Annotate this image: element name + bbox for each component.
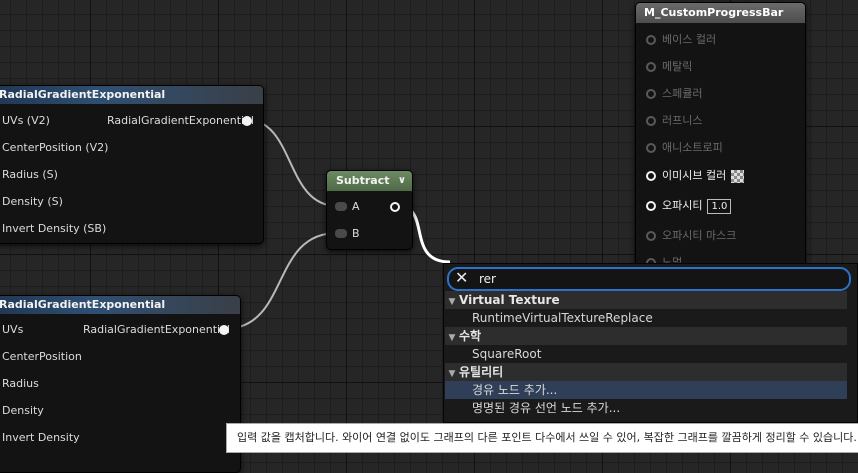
category-label: 유틸리티 — [459, 365, 504, 379]
opacity-value-field[interactable]: 1.0 — [707, 198, 732, 214]
pin-label: 이미시브 컬러 — [662, 169, 727, 182]
pin-label: CenterPosition (V2) — [2, 141, 109, 154]
pin-label: RadialGradientExponential — [83, 323, 230, 336]
result-pin-specular[interactable]: 스페큘러 — [646, 85, 702, 101]
pin-label: Density (S) — [2, 195, 63, 208]
input-radius[interactable]: Radius (S) — [2, 168, 58, 181]
category-virtual-texture[interactable]: ▼ Virtual Texture — [445, 291, 847, 309]
input-center-position[interactable]: CenterPosition — [2, 350, 82, 363]
pin-label: UVs — [2, 323, 24, 336]
chevron-down-icon[interactable]: ∨ — [398, 171, 406, 191]
pin-label: Invert Density (SB) — [2, 222, 107, 235]
radial-gradient-node-2[interactable]: RadialGradientExponential UVs CenterPosi… — [0, 295, 241, 473]
pin-label: RadialGradientExponential — [107, 114, 254, 127]
pin-label: Radius — [2, 377, 39, 390]
input-center-position[interactable]: CenterPosition (V2) — [2, 141, 108, 154]
item-label: RuntimeVirtualTextureReplace — [472, 311, 653, 325]
list-item[interactable]: RuntimeVirtualTextureReplace — [445, 309, 847, 327]
pin-label: CenterPosition — [2, 350, 82, 363]
input-radius[interactable]: Radius — [2, 377, 39, 390]
input-invert-density[interactable]: Invert Density — [2, 431, 80, 444]
item-label: 경유 노드 추가... — [472, 383, 558, 397]
result-pin-roughness[interactable]: 러프니스 — [646, 112, 702, 128]
output-pin[interactable] — [219, 325, 229, 335]
node-title: RadialGradientExponential — [0, 296, 240, 314]
output-label: RadialGradientExponential — [107, 114, 254, 127]
input-b: B — [352, 227, 360, 240]
list-item[interactable]: SquareRoot — [445, 345, 847, 363]
pin-label: 러프니스 — [662, 114, 703, 127]
radial-gradient-node-1[interactable]: RadialGradientExponential UVs (V2) Cente… — [0, 85, 264, 244]
item-label: SquareRoot — [472, 347, 542, 361]
node-title: Subtract — [336, 174, 390, 187]
pin-label: 오파시티 마스크 — [662, 229, 737, 242]
search-box[interactable]: ✕ — [447, 267, 851, 291]
result-pin-opacity[interactable]: 오파시티 1.0 — [646, 197, 732, 214]
input-pin-a[interactable] — [335, 202, 347, 211]
pin-label: Invert Density — [2, 431, 80, 444]
pin-label: Density — [2, 404, 44, 417]
search-input[interactable] — [479, 270, 839, 288]
tooltip: 입력 값을 캡처합니다. 와이어 연결 없이도 그래프의 다른 포인트 다수에서… — [226, 423, 858, 453]
category-label: 수학 — [459, 329, 482, 343]
result-pin-base-color[interactable]: 베이스 컬러 — [646, 31, 716, 47]
category-math[interactable]: ▼ 수학 — [445, 327, 847, 345]
node-header: Subtract ∨ — [327, 171, 412, 191]
result-pin-metallic[interactable]: 메탈릭 — [646, 58, 692, 74]
output-label: RadialGradientExponential — [83, 323, 230, 336]
pin-label: 스페큘러 — [662, 87, 703, 100]
input-invert-density[interactable]: Invert Density (SB) — [2, 222, 106, 235]
result-pin-emissive-color[interactable]: 이미시브 컬러 — [646, 167, 745, 183]
item-label: 명명된 경유 선언 노드 추가... — [472, 401, 621, 415]
subtract-node[interactable]: Subtract ∨ A B — [326, 170, 413, 250]
list-item[interactable]: 명명된 경유 선언 노드 추가... — [445, 399, 847, 417]
node-title: RadialGradientExponential — [0, 86, 263, 104]
pin-label: B — [352, 227, 360, 240]
category-label: Virtual Texture — [459, 293, 560, 307]
category-utility[interactable]: ▼ 유틸리티 — [445, 363, 847, 381]
node-title: M_CustomProgressBar — [636, 3, 805, 23]
pin-label: 오파시티 — [662, 199, 703, 212]
input-density[interactable]: Density — [2, 404, 44, 417]
result-pin-opacity-mask[interactable]: 오파시티 마스크 — [646, 227, 736, 243]
material-result-node[interactable]: M_CustomProgressBar 베이스 컬러 메탈릭 스페큘러 러프니스… — [635, 2, 806, 294]
node-search-popup[interactable]: ✕ ▼Virtual Texture RuntimeVirtualTexture… — [443, 263, 858, 423]
pin-label: 애니소트로피 — [662, 141, 723, 154]
color-swatch[interactable] — [731, 169, 745, 183]
input-a: A — [352, 200, 360, 213]
input-pin-b[interactable] — [335, 229, 347, 238]
close-icon[interactable]: ✕ — [455, 268, 468, 288]
pin-label: 베이스 컬러 — [662, 33, 717, 46]
pin-label: 메탈릭 — [662, 60, 693, 73]
output-pin[interactable] — [242, 116, 252, 126]
pin-label: A — [352, 200, 360, 213]
output-pin[interactable] — [390, 202, 400, 212]
input-uvs[interactable]: UVs — [2, 323, 23, 336]
pin-label: Radius (S) — [2, 168, 58, 181]
result-pin-anisotropy[interactable]: 애니소트로피 — [646, 139, 723, 155]
pin-label: UVs (V2) — [2, 114, 50, 127]
input-uvs[interactable]: UVs (V2) — [2, 114, 50, 127]
input-density[interactable]: Density (S) — [2, 195, 63, 208]
list-item-selected[interactable]: 경유 노드 추가... — [445, 381, 847, 399]
